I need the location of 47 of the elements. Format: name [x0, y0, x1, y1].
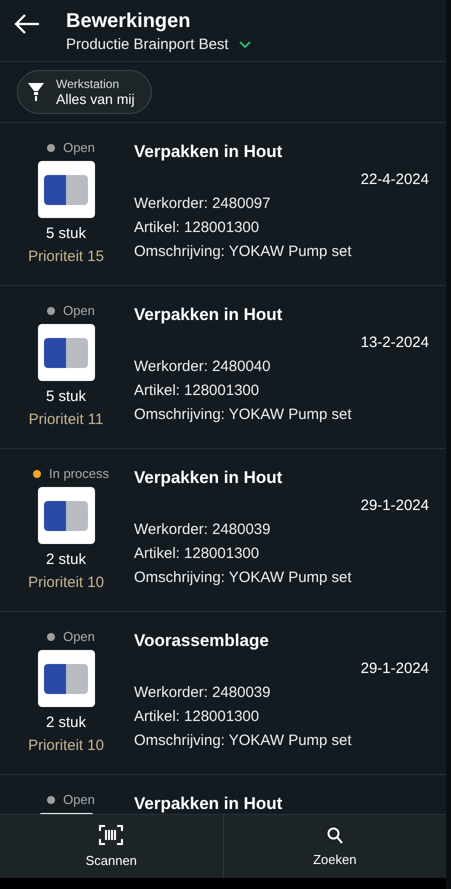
status-label: Open: [63, 792, 95, 807]
description-text: Omschrijving: YOKAW Pump set: [134, 406, 353, 423]
operation-title: Verpakken in Hout: [134, 305, 284, 325]
priority-text: Prioriteit 10: [28, 737, 104, 754]
date-text: 22-4-2024: [360, 171, 429, 188]
date-text: 29-1-2024: [360, 497, 429, 514]
workorder-text: Werkorder: 2480040: [134, 358, 272, 375]
photo-placeholder: [38, 487, 94, 544]
operation-title: Verpakken in Hout: [134, 142, 284, 162]
chevron-down-icon[interactable]: [238, 40, 251, 48]
priority-text: Prioriteit 15: [28, 248, 104, 265]
article-text: Artikel: 128001300: [134, 219, 260, 236]
workorder-text: Werkorder: 2480039: [134, 521, 272, 538]
article-text: Artikel: 128001300: [134, 545, 260, 562]
quantity-text: 2 stuk: [46, 714, 86, 731]
operation-title: Verpakken in Hout: [134, 794, 284, 814]
barcode-scan-icon: [99, 825, 124, 845]
description-text: Omschrijving: YOKAW Pump set: [134, 243, 353, 260]
status-label: Open: [63, 629, 95, 644]
article-text: Artikel: 128001300: [134, 382, 260, 399]
workorder-text: Werkorder: 2480097: [134, 195, 272, 212]
priority-text: Prioriteit 10: [28, 574, 104, 591]
quantity-text: 2 stuk: [46, 551, 86, 568]
photo-placeholder: [38, 324, 94, 381]
date-text: 29-1-2024: [360, 660, 429, 677]
location-selector[interactable]: Productie Brainport Best: [66, 36, 229, 53]
quantity-text: 5 stuk: [46, 388, 86, 405]
article-text: Artikel: 128001300: [134, 708, 260, 725]
filter-icon: [28, 83, 44, 101]
back-arrow-icon[interactable]: [14, 14, 40, 34]
operation-title: Verpakken in Hout: [134, 468, 284, 488]
status-label: Open: [63, 303, 95, 318]
quantity-text: 5 stuk: [46, 225, 86, 242]
scan-button[interactable]: Scannen: [0, 815, 222, 878]
workorder-text: Werkorder: 2480039: [134, 684, 272, 701]
description-text: Omschrijving: YOKAW Pump set: [134, 732, 353, 749]
photo-placeholder: [38, 161, 94, 218]
workstation-filter-chip[interactable]: Werkstation Alles van mij: [17, 70, 152, 114]
photo-placeholder: [38, 650, 94, 707]
priority-text: Prioriteit 11: [28, 411, 104, 428]
status-label: In process: [49, 466, 109, 481]
page-title: Bewerkingen: [66, 10, 192, 33]
search-icon: [326, 826, 343, 844]
description-text: Omschrijving: YOKAW Pump set: [134, 569, 353, 586]
status-label: Open: [63, 140, 95, 155]
date-text: 13-2-2024: [360, 334, 429, 351]
operation-title: Voorassemblage: [134, 631, 270, 651]
